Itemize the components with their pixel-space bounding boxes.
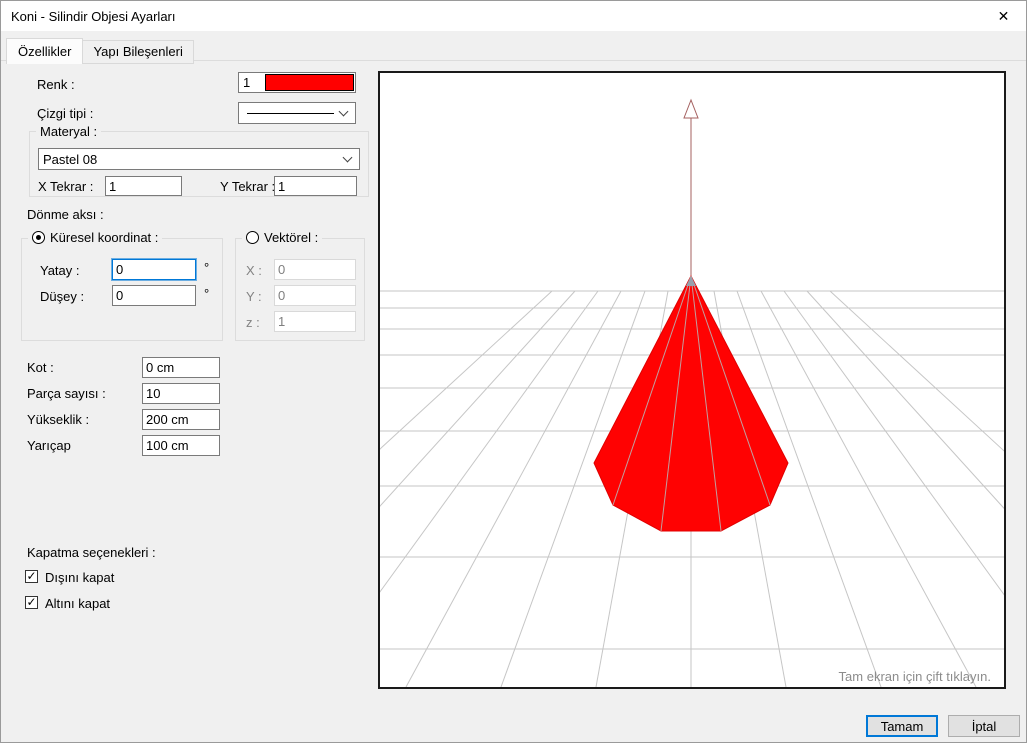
disini-kapat-checkbox[interactable]: ✓ — [25, 570, 38, 583]
yaricap-input[interactable] — [142, 435, 220, 456]
kot-label: Kot : — [27, 360, 54, 375]
close-icon: ✕ — [997, 7, 1010, 24]
dusey-input[interactable] — [112, 285, 196, 306]
vektorel-y-input[interactable] — [274, 285, 356, 306]
tabstrip: Özellikler Yapı Bileşenleri — [6, 38, 194, 64]
axis-arrow-icon — [683, 98, 699, 119]
yaricap-label: Yarıçap — [27, 438, 71, 453]
yatay-label: Yatay : — [40, 263, 80, 278]
color-swatch-fill — [265, 74, 354, 91]
fullscreen-hint: Tam ekran için çift tıklayın. — [839, 669, 991, 684]
chevron-down-icon — [342, 152, 353, 163]
dusey-label: Düşey : — [40, 289, 85, 304]
x-tekrar-input[interactable] — [105, 176, 182, 196]
preview-canvas: Tam ekran için çift tıklayın. — [120, 98, 1027, 688]
altini-kapat-checkbox[interactable]: ✓ — [25, 596, 38, 609]
yatay-degree-unit: ° — [204, 260, 210, 275]
checkmark-icon: ✓ — [26, 595, 37, 609]
x-tekrar-label: X Tekrar : — [38, 179, 94, 194]
y-tekrar-label: Y Tekrar : — [220, 179, 276, 194]
window-title: Koni - Silindir Objesi Ayarları — [11, 8, 176, 24]
close-button[interactable]: ✕ — [981, 1, 1026, 31]
ok-button[interactable]: Tamam — [866, 715, 938, 737]
materyal-group-label: Materyal : — [36, 124, 102, 139]
cone-shape — [593, 274, 789, 532]
parca-sayisi-label: Parça sayısı : — [27, 386, 106, 401]
y-tekrar-input[interactable] — [274, 176, 357, 196]
kuresel-koordinat-label: Küresel koordinat : — [50, 230, 159, 245]
materyal-select[interactable]: Pastel 08 — [38, 148, 360, 170]
cizgi-tipi-label: Çizgi tipi : — [37, 106, 94, 121]
vektorel-z-label: z : — [246, 315, 260, 330]
vektorel-x-label: X : — [246, 263, 262, 278]
renk-label: Renk : — [37, 77, 75, 92]
yukseklik-input[interactable] — [142, 409, 220, 430]
materyal-group: Materyal : Pastel 08 X Tekrar : Y Tekrar… — [29, 124, 369, 197]
line-style-sample — [247, 112, 334, 114]
vektorel-z-input[interactable] — [274, 311, 356, 332]
kot-input[interactable] — [142, 357, 220, 378]
pen-number: 1 — [243, 75, 251, 90]
dialog-koni-silindir: { "window": { "title": "Koni - Silindir … — [0, 0, 1027, 743]
cancel-button[interactable]: İptal — [948, 715, 1020, 737]
kuresel-koordinat-radio[interactable] — [32, 231, 45, 244]
checkmark-icon: ✓ — [26, 569, 37, 583]
donme-aksi-label: Dönme aksı : — [27, 207, 104, 222]
tab-ozellikler[interactable]: Özellikler — [6, 38, 84, 64]
disini-kapat-label: Dışını kapat — [45, 570, 115, 585]
kapatma-secenekleri-label: Kapatma seçenekleri : — [27, 545, 156, 560]
materyal-selected-value: Pastel 08 — [43, 151, 98, 167]
vektorel-radio[interactable] — [246, 231, 259, 244]
yatay-input[interactable] — [112, 259, 196, 280]
line-type-select[interactable] — [238, 102, 356, 124]
vektorel-y-label: Y : — [246, 289, 262, 304]
dusey-degree-unit: ° — [204, 286, 210, 301]
kuresel-koordinat-group: Küresel koordinat : Yatay : ° Düşey : ° — [21, 230, 223, 341]
cone-tip — [686, 276, 696, 286]
vektorel-x-input[interactable] — [274, 259, 356, 280]
vektorel-label: Vektörel : — [264, 230, 319, 245]
tab-yapi-bilesenleri[interactable]: Yapı Bileşenleri — [82, 40, 194, 64]
parca-sayisi-input[interactable] — [142, 383, 220, 404]
altini-kapat-label: Altını kapat — [45, 596, 111, 611]
color-picker[interactable]: 1 — [238, 72, 356, 93]
preview-3d-view[interactable]: Tam ekran için çift tıklayın. — [120, 71, 1027, 689]
chevron-down-icon — [338, 106, 349, 117]
yukseklik-label: Yükseklik : — [27, 412, 90, 427]
vektorel-group: Vektörel : X : Y : z : — [235, 230, 365, 341]
titlebar: Koni - Silindir Objesi Ayarları — [1, 1, 1026, 31]
